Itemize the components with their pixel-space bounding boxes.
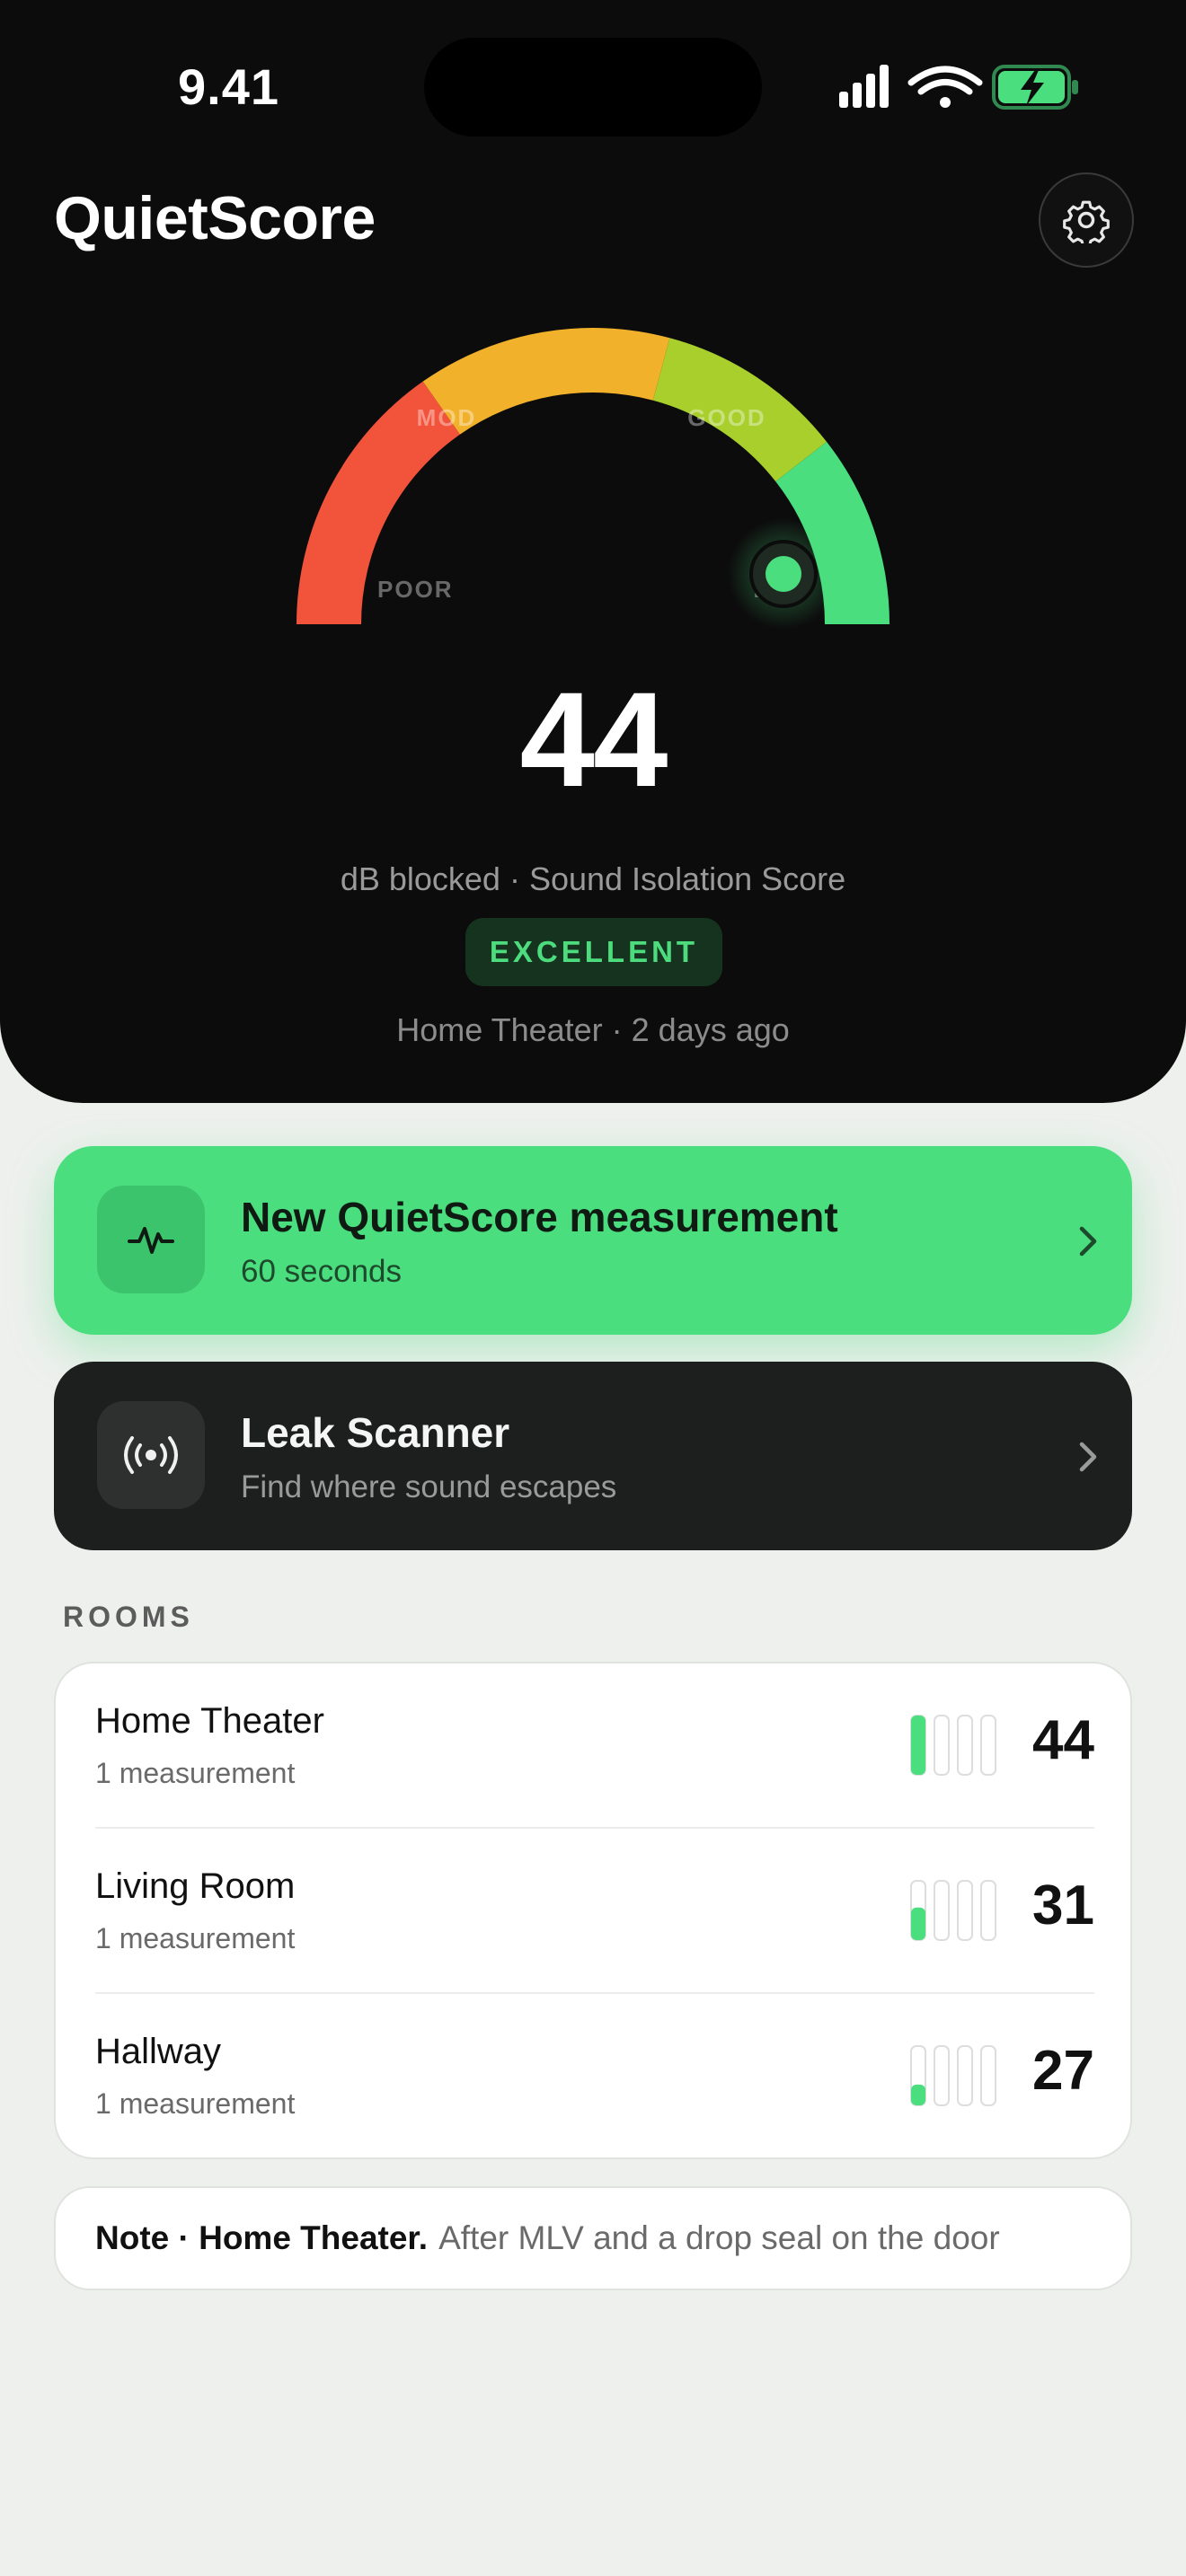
level-bar-frame	[957, 1715, 973, 1776]
app-title: QuietScore	[54, 184, 376, 252]
last-reading-context: Home Theater · 2 days ago	[396, 1011, 790, 1048]
score-gauge: POORMODGOODEXC	[296, 328, 890, 630]
rooms-section-label: ROOMS	[63, 1601, 194, 1633]
gear-icon	[1063, 200, 1110, 243]
note-label: Note · Home Theater.	[95, 2219, 429, 2256]
room-name: Home Theater	[95, 1701, 324, 1741]
level-bar-fill	[911, 1907, 925, 1940]
level-bar-frame	[980, 1880, 996, 1941]
gauge-label-mod: MOD	[417, 404, 477, 431]
chevron-right-icon	[1079, 1442, 1097, 1472]
room-score: 27	[1032, 2040, 1094, 2102]
broadcast-icon	[124, 1436, 178, 1474]
leak-scanner-subtitle: Find where sound escapes	[241, 1469, 617, 1504]
room-score: 44	[1032, 1709, 1094, 1771]
level-bar-frame	[934, 1880, 950, 1941]
broadcast-icon-tile	[97, 1401, 205, 1509]
rooms-list: Home Theater 1 measurement 44 Living Roo…	[54, 1662, 1132, 2159]
room-row[interactable]: Home Theater 1 measurement 44	[56, 1663, 1134, 1829]
level-bar-fill	[911, 2084, 925, 2105]
room-row[interactable]: Living Room 1 measurement 31	[56, 1829, 1134, 1994]
rating-badge: EXCELLENT	[465, 918, 722, 986]
new-measurement-button[interactable]: New QuietScore measurement 60 seconds	[54, 1146, 1132, 1335]
room-note[interactable]: Note · Home Theater. After MLV and a dro…	[54, 2186, 1132, 2290]
status-time: 9.41	[178, 58, 279, 115]
leak-scanner-button[interactable]: Leak Scanner Find where sound escapes	[54, 1362, 1132, 1550]
signal-icon	[839, 65, 889, 108]
room-level-bars	[910, 1880, 996, 1941]
battery-charging-icon	[992, 65, 1078, 110]
room-meta: 1 measurement	[95, 1757, 296, 1789]
room-name: Living Room	[95, 1866, 296, 1906]
room-level-bars	[910, 2045, 996, 2106]
level-bar-frame	[934, 1715, 950, 1776]
room-row[interactable]: Hallway 1 measurement 27	[56, 1994, 1134, 2159]
measurement-title: New QuietScore measurement	[241, 1194, 838, 1240]
measurement-subtitle: 60 seconds	[241, 1254, 403, 1289]
dynamic-island	[424, 38, 762, 137]
gauge-label-poor: POOR	[377, 576, 454, 603]
leak-scanner-title: Leak Scanner	[241, 1409, 510, 1456]
settings-button[interactable]	[1039, 172, 1134, 268]
level-bar-frame	[934, 2045, 950, 2106]
level-bar-frame	[957, 1880, 973, 1941]
pulse-icon-tile	[97, 1186, 205, 1293]
status-icons	[839, 65, 1078, 110]
level-bar-frame	[980, 2045, 996, 2106]
pulse-icon	[128, 1227, 174, 1254]
level-bar-frame	[980, 1715, 996, 1776]
chevron-right-icon	[1079, 1226, 1097, 1257]
hero-panel: 9.41 QuietScore POOR MOD GOOD 44 dB bloc…	[0, 0, 1186, 1103]
room-level-bars	[910, 1715, 996, 1776]
score-caption: dB blocked · Sound Isolation Score	[340, 860, 846, 897]
gauge-label-good: GOOD	[687, 404, 766, 431]
gauge-indicator-dot	[766, 556, 801, 592]
wifi-icon	[907, 66, 983, 108]
score-value: 44	[519, 664, 668, 815]
note-text: After MLV and a drop seal on the door	[438, 2219, 1000, 2256]
room-score: 31	[1032, 1875, 1094, 1936]
room-meta: 1 measurement	[95, 1922, 296, 1954]
level-bar-frame	[957, 2045, 973, 2106]
level-bar-fill	[911, 1716, 925, 1775]
room-name: Hallway	[95, 2032, 222, 2071]
room-meta: 1 measurement	[95, 2087, 296, 2120]
